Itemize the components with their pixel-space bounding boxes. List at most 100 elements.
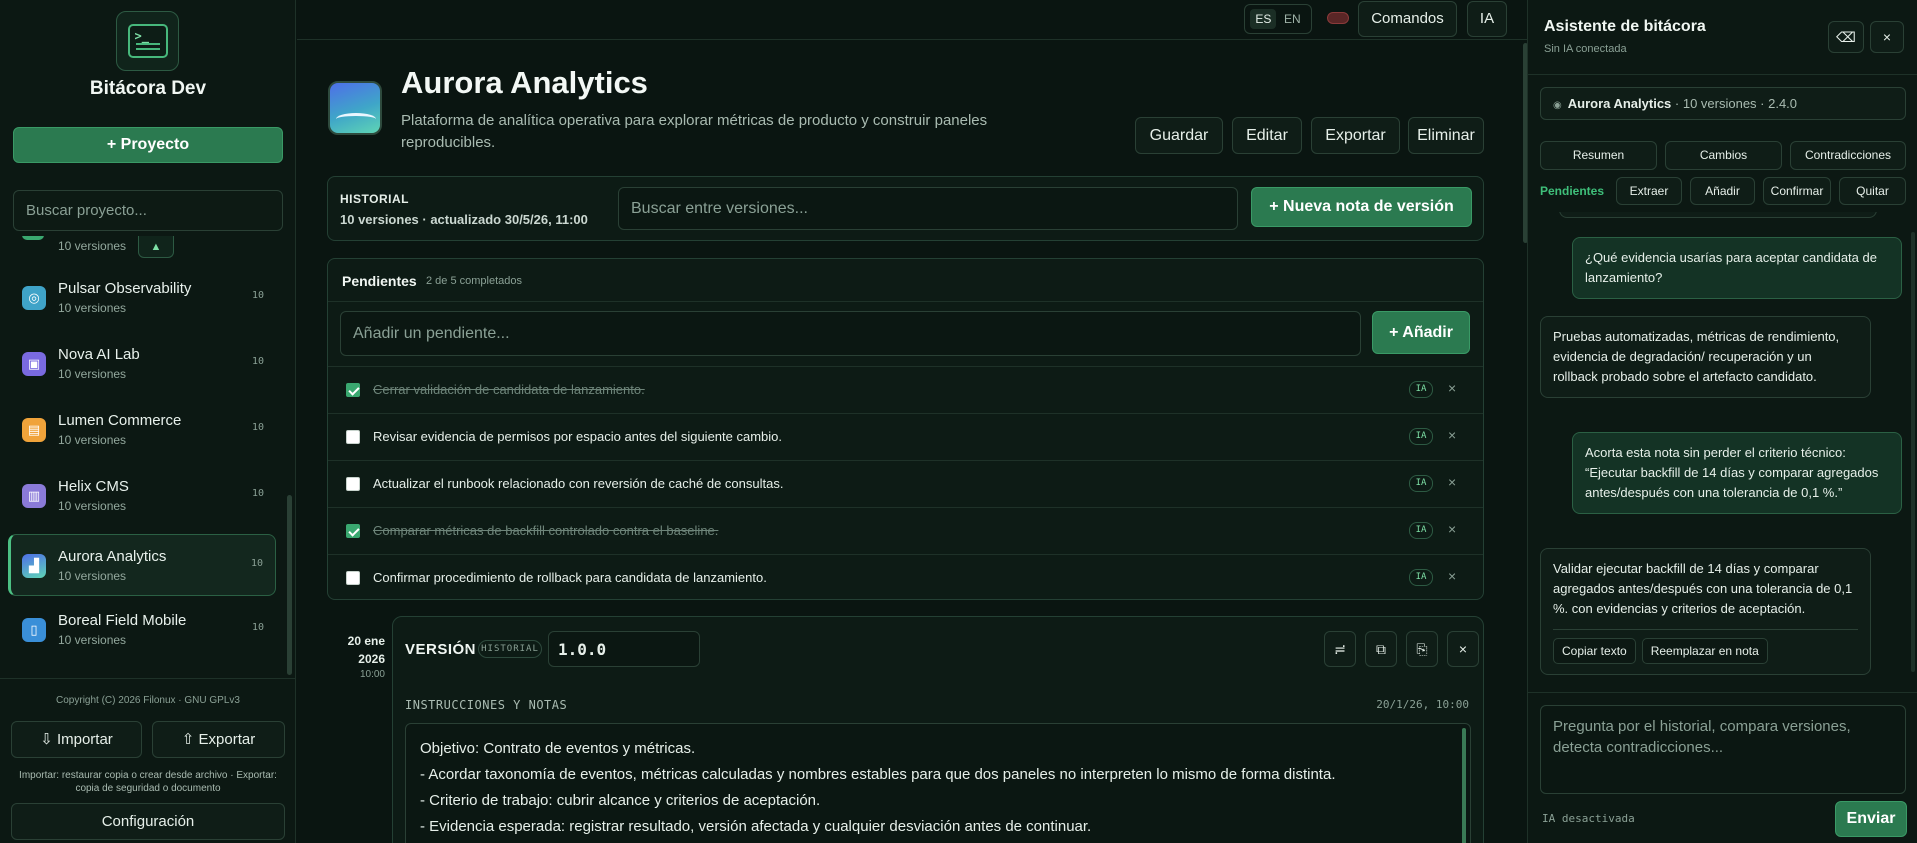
project-versions: 10 versiones (58, 569, 127, 583)
message-bubble-partial (1559, 212, 1877, 218)
settings-button[interactable]: Configuración (11, 803, 285, 840)
tab-contradictions[interactable]: Contradicciones (1790, 141, 1906, 170)
pending-input[interactable] (340, 311, 1361, 356)
remove-task-button[interactable]: × (1448, 521, 1456, 537)
app-logo (116, 11, 179, 71)
replace-in-note-button[interactable]: Reemplazar en nota (1641, 638, 1768, 664)
pending-title: Pendientes (342, 273, 417, 289)
version-number-input[interactable] (548, 631, 700, 667)
sidebar: Bitácora Dev + Proyecto 10 versiones ▲ ◎… (0, 0, 296, 843)
tab-changes[interactable]: Cambios (1665, 141, 1782, 170)
assistant-input[interactable] (1540, 705, 1906, 794)
edit-button[interactable]: Editar (1232, 117, 1302, 154)
ia-badge[interactable]: IA (1409, 381, 1433, 398)
history-meta: 10 versiones · actualizado 30/5/26, 11:0… (340, 212, 588, 227)
document-icon: ▥ (22, 484, 46, 508)
project-item-aurora-analytics[interactable]: ▟ Aurora Analytics 10 versiones 10 (8, 534, 276, 596)
scroll-up-button[interactable]: ▲ (138, 236, 174, 258)
task-checkbox[interactable] (346, 477, 360, 491)
assistant-title: Asistente de bitácora (1544, 18, 1706, 35)
version-status-badge: HISTORIAL (478, 640, 542, 658)
task-text: Revisar evidencia de permisos por espaci… (373, 429, 782, 444)
remove-task-button[interactable]: × (1448, 427, 1456, 443)
project-versions: 10 versiones (58, 367, 127, 381)
task-text: Confirmar procedimiento de rollback para… (373, 570, 767, 585)
theme-toggle[interactable] (1327, 12, 1349, 24)
ai-button[interactable]: IA (1467, 1, 1507, 37)
ia-badge[interactable]: IA (1409, 428, 1433, 445)
project-item-lumen-commerce[interactable]: ▤ Lumen Commerce 10 versiones 10 (8, 398, 276, 460)
project-list: 10 versiones ▲ ◎ Pulsar Observability 10… (8, 236, 284, 676)
confirm-button[interactable]: Confirmar (1763, 177, 1831, 205)
export-button[interactable]: ⇧ Exportar (152, 721, 285, 758)
language-switcher: ES EN (1244, 4, 1312, 34)
project-icon (22, 236, 44, 240)
lang-es-button[interactable]: ES (1250, 9, 1277, 29)
project-count: 10 (251, 356, 264, 367)
notes-line: - Evidencia esperada: registrar resultad… (420, 818, 1092, 835)
send-button[interactable]: Enviar (1835, 801, 1907, 837)
ia-badge[interactable]: IA (1409, 569, 1433, 586)
clear-chat-icon[interactable]: ⌫ (1828, 21, 1864, 53)
remove-task-button[interactable]: × (1448, 568, 1456, 584)
close-icon[interactable]: × (1870, 21, 1904, 53)
pending-panel: Pendientes 2 de 5 completados + Añadir C… (327, 258, 1484, 600)
version-date: 20 ene 2026 10:00 (327, 632, 385, 682)
ia-badge[interactable]: IA (1409, 522, 1433, 539)
commands-button[interactable]: Comandos (1358, 1, 1457, 37)
task-checkbox[interactable] (346, 383, 360, 397)
notes-scrollbar[interactable] (1462, 728, 1466, 843)
project-search-input[interactable] (13, 190, 283, 231)
project-description: Plataforma de analítica operativa para e… (401, 112, 988, 151)
project-item-sub: 10 versiones (58, 239, 127, 253)
user-message: Acorta esta nota sin perder el criterio … (1572, 432, 1902, 514)
project-item-boreal-field-mobile[interactable]: ▯ Boreal Field Mobile 10 versiones 10 (8, 598, 276, 660)
assistant-pending-label: Pendientes (1540, 184, 1605, 198)
version-search-input[interactable] (618, 187, 1238, 230)
task-checkbox[interactable] (346, 430, 360, 444)
extract-button[interactable]: Extraer (1616, 177, 1682, 205)
duplicate-icon[interactable]: ⧉ (1365, 631, 1397, 667)
delete-button[interactable]: Eliminar (1408, 117, 1484, 154)
remove-task-button[interactable]: × (1448, 380, 1456, 396)
compare-icon[interactable]: ≓ (1324, 631, 1356, 667)
history-label: HISTORIAL (340, 192, 409, 206)
context-project: Aurora Analytics (1567, 96, 1672, 111)
project-item-nova-ai-lab[interactable]: ▣ Nova AI Lab 10 versiones 10 (8, 332, 276, 394)
add-button[interactable]: Añadir (1690, 177, 1755, 205)
remove-task-button[interactable]: × (1448, 474, 1456, 490)
version-separator: · (465, 643, 469, 655)
task-checkbox[interactable] (346, 571, 360, 585)
tab-summary[interactable]: Resumen (1540, 141, 1657, 170)
project-item-pulsar-observability[interactable]: ◎ Pulsar Observability 10 versiones 10 (8, 266, 276, 328)
project-count: 10 (251, 422, 264, 433)
notes-section-date: 20/1/26, 10:00 (1376, 698, 1469, 711)
new-version-note-button[interactable]: + Nueva nota de versión (1251, 187, 1472, 227)
version-notes-editor[interactable]: Objetivo: Contrato de eventos y métricas… (405, 723, 1471, 843)
project-item-partial[interactable]: 10 versiones ▲ (8, 236, 284, 258)
chat-history: ¿Qué evidencia usarías para aceptar cand… (1528, 212, 1917, 692)
import-button[interactable]: ⇩ Importar (11, 721, 142, 758)
task-checkbox[interactable] (346, 524, 360, 538)
sidebar-scrollbar[interactable] (287, 495, 292, 675)
chat-scrollbar[interactable] (1911, 232, 1915, 672)
chip-icon: ▣ (22, 352, 46, 376)
task-text: Actualizar el runbook relacionado con re… (373, 476, 784, 491)
assistant-message-text: Validar ejecutar backfill de 14 días y c… (1553, 561, 1853, 616)
project-item-helix-cms[interactable]: ▥ Helix CMS 10 versiones 10 (8, 464, 276, 526)
notes-section-label: INSTRUCCIONES Y NOTAS (405, 698, 568, 712)
new-project-button[interactable]: + Proyecto (13, 127, 283, 163)
ia-badge[interactable]: IA (1409, 475, 1433, 492)
save-button[interactable]: Guardar (1135, 117, 1223, 154)
lang-en-button[interactable]: EN (1279, 9, 1306, 29)
copy-icon[interactable]: ⎘ (1406, 631, 1438, 667)
remove-button[interactable]: Quitar (1839, 177, 1906, 205)
context-meta: · 10 versiones · 2.4.0 (1671, 96, 1798, 111)
notes-line: - Acordar taxonomía de eventos, métricas… (420, 766, 1336, 783)
export-project-button[interactable]: Exportar (1311, 117, 1400, 154)
project-name: Nova AI Lab (58, 346, 140, 363)
add-pending-button[interactable]: + Añadir (1372, 311, 1470, 354)
copy-text-button[interactable]: Copiar texto (1553, 638, 1636, 664)
close-icon[interactable]: × (1447, 631, 1479, 667)
assistant-panel: Asistente de bitácora Sin IA conectada ⌫… (1527, 0, 1917, 843)
